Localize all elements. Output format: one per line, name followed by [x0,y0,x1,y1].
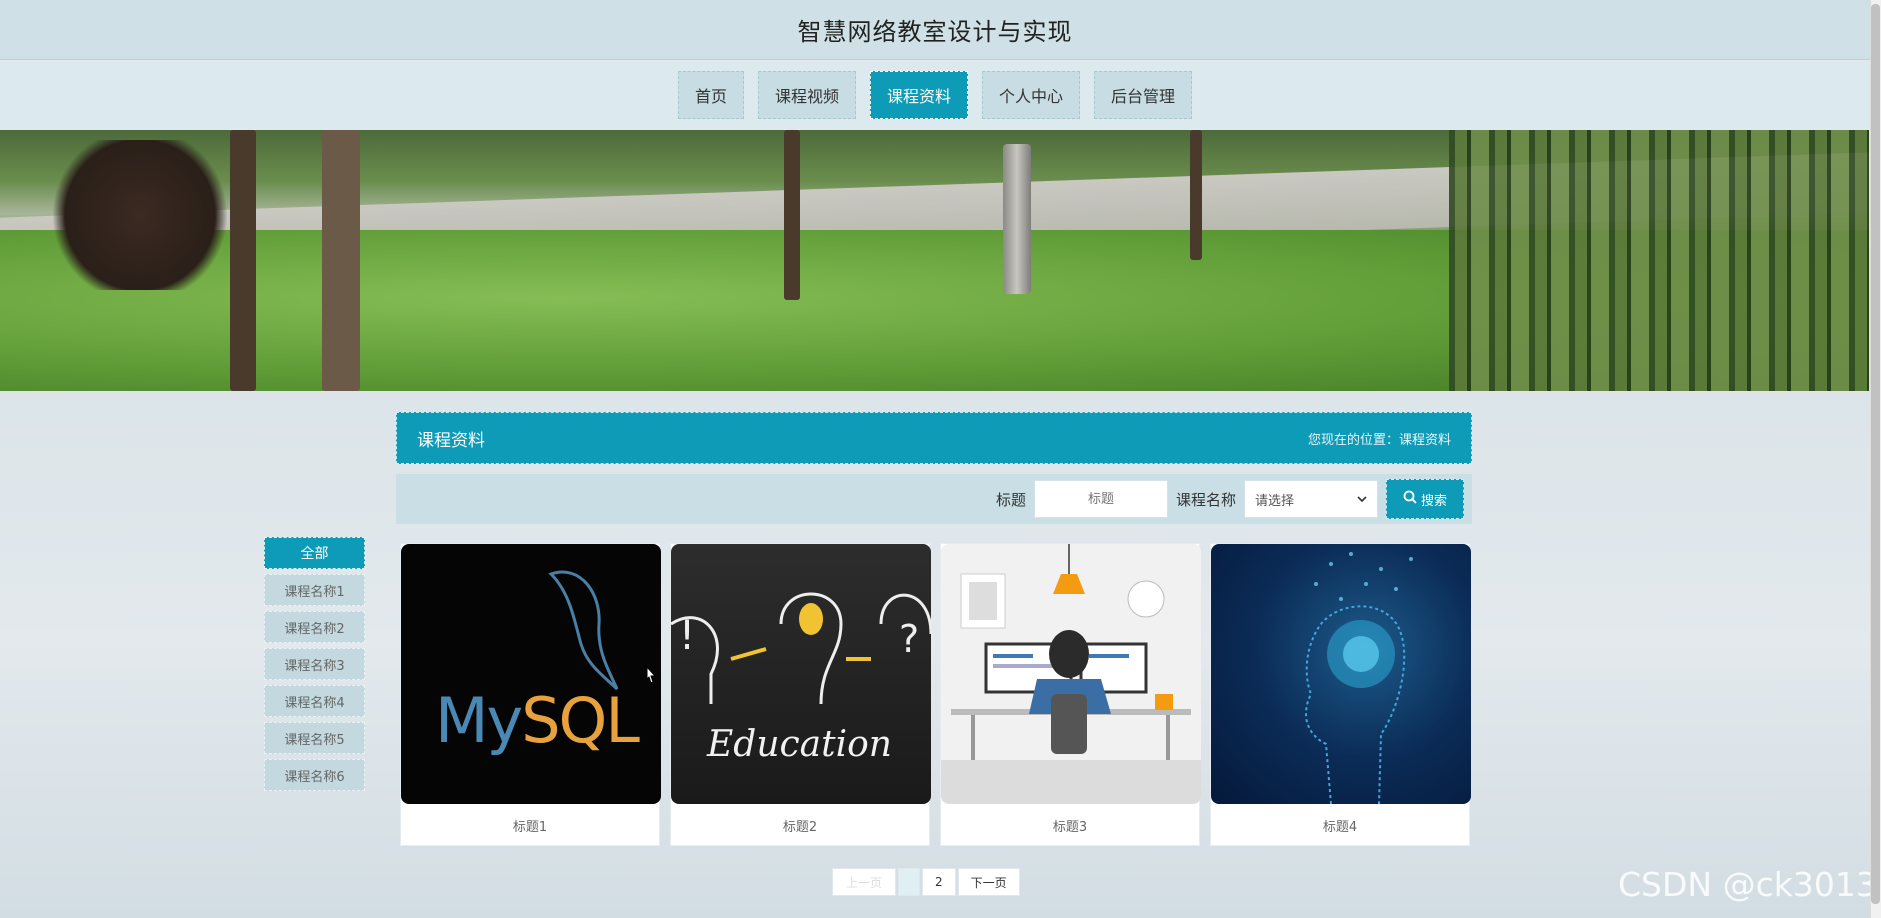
course-select-value: 请选择 [1255,493,1295,509]
ai-head-image[interactable] [1211,544,1471,804]
course-filter-label: 课程名称 [1175,490,1236,509]
sidebar-item-course-2[interactable]: 课程名称2 [264,611,365,643]
banner-tree-trunk [784,130,800,300]
filter-bar: 标题 课程名称 请选择 搜索 [396,474,1472,524]
site-title: 智慧网络教室设计与实现 [797,18,1073,46]
material-card[interactable]: 标题3 [940,543,1201,847]
nav-admin[interactable]: 后台管理 [1094,71,1193,119]
category-sidebar: 全部 课程名称1 课程名称2 课程名称3 课程名称4 课程名称5 课程名称6 [264,537,365,796]
next-page-button[interactable]: 下一页 [957,868,1020,896]
education-image-text: Education [707,724,892,765]
search-button[interactable]: 搜索 [1386,479,1464,519]
vertical-scrollbar[interactable] [1870,0,1881,918]
scrollbar-thumb[interactable] [1871,4,1880,904]
education-image[interactable]: ! ? Education [671,544,931,804]
section-title: 课程资料 [417,430,485,451]
card-caption[interactable]: 标题1 [401,804,659,847]
banner-lamp-post [1003,144,1031,294]
mysql-logo-image[interactable]: MySQL [401,544,661,804]
breadcrumb: 您现在的位置：课程资料 [1307,432,1451,448]
person-at-desk-icon [941,544,1201,804]
digital-head-icon [1305,552,1413,804]
title-search-input[interactable] [1033,480,1168,518]
svg-text:!: ! [679,613,695,659]
page-2-button[interactable]: 2 [922,868,956,896]
pagination: 上一页 1 2 下一页 [832,868,1020,896]
mouse-cursor-icon [646,666,657,684]
banner-tree-trunk [322,130,360,391]
nav-home[interactable]: 首页 [677,71,744,119]
sidebar-item-all[interactable]: 全部 [264,537,365,569]
material-card[interactable]: ! ? Education 标题2 [670,543,931,847]
head-silhouettes-icon: ! ? [671,592,931,705]
sidebar-item-course-4[interactable]: 课程名称4 [264,685,365,717]
main-nav: 首页 课程视频 课程资料 个人中心 后台管理 [0,61,1870,129]
course-select[interactable]: 请选择 [1244,480,1378,518]
nav-course-materials[interactable]: 课程资料 [869,71,968,119]
desk-illustration-image[interactable] [941,544,1201,804]
watermark: CSDN @ck3013 [1618,865,1877,904]
card-caption[interactable]: 标题2 [671,804,929,847]
dolphin-icon [548,570,619,691]
section-header: 课程资料 您现在的位置：课程资料 [396,412,1472,464]
nav-personal-center[interactable]: 个人中心 [982,71,1081,119]
sidebar-item-course-3[interactable]: 课程名称3 [264,648,365,680]
site-header: 智慧网络教室设计与实现 [0,0,1870,60]
title-filter-label: 标题 [995,490,1026,509]
material-card-grid: MySQL 标题1 ! ? Education 标题2 标题3 标题4 [400,543,1471,847]
banner-tree [40,140,240,290]
search-button-label: 搜索 [1420,493,1447,509]
prev-page-button[interactable]: 上一页 [832,868,896,896]
material-card[interactable]: MySQL 标题1 [400,543,661,847]
card-caption[interactable]: 标题3 [941,804,1199,847]
search-icon [1403,490,1417,508]
material-card[interactable]: 标题4 [1210,543,1471,847]
page-1-button[interactable]: 1 [898,868,920,896]
sidebar-item-course-1[interactable]: 课程名称1 [264,574,365,606]
banner-bamboo [1449,130,1869,391]
svg-text:?: ? [899,617,919,661]
hero-banner [0,130,1869,391]
mysql-logo-text: MySQL [435,684,640,757]
nav-course-videos[interactable]: 课程视频 [757,71,856,119]
chevron-down-icon [1357,492,1367,507]
card-caption[interactable]: 标题4 [1211,804,1469,847]
sidebar-item-course-6[interactable]: 课程名称6 [264,759,365,791]
sidebar-item-course-5[interactable]: 课程名称5 [264,722,365,754]
banner-tree-trunk [1190,130,1202,260]
banner-tree-trunk [230,130,256,391]
